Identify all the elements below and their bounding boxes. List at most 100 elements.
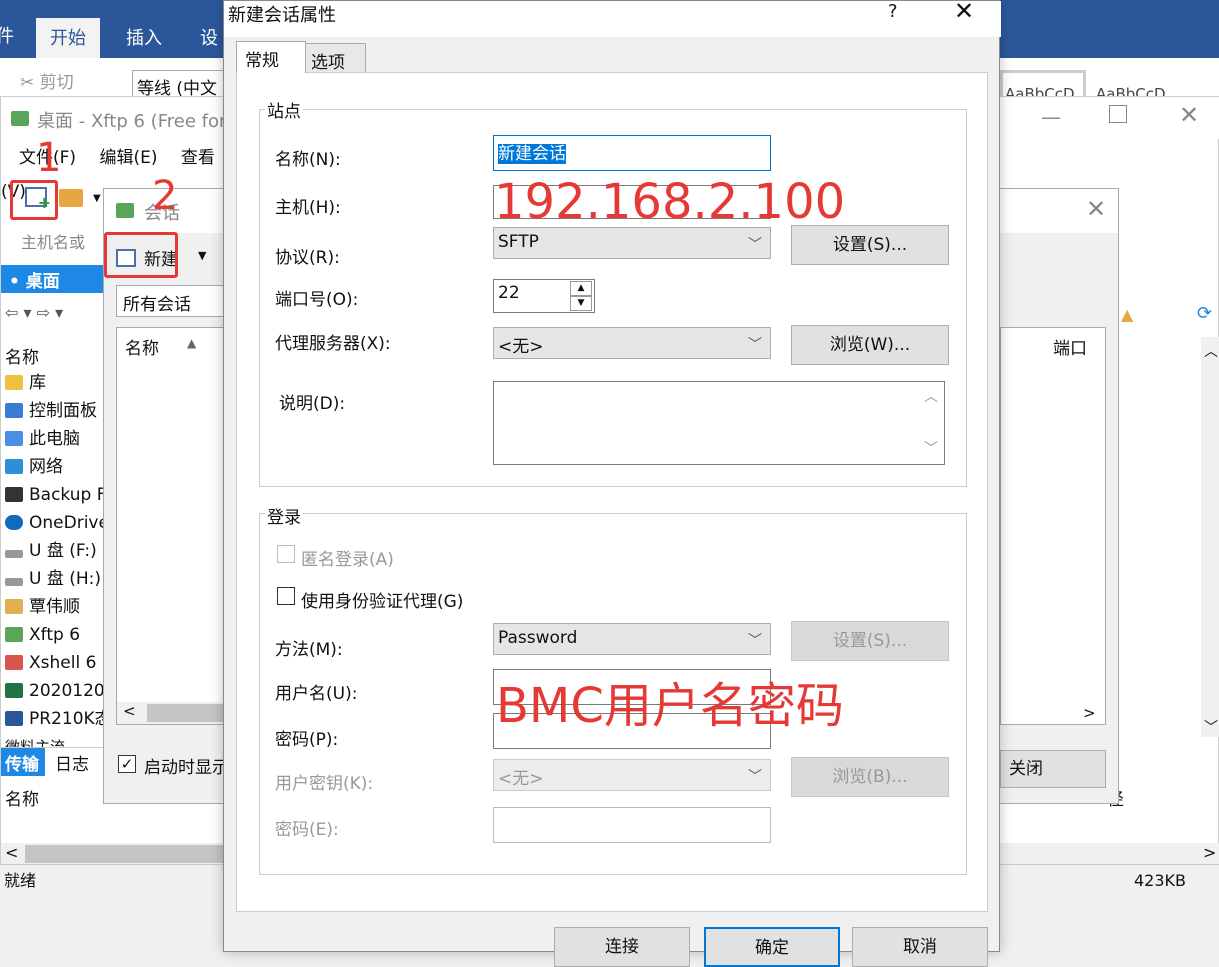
cloud-icon (5, 515, 23, 530)
host-input[interactable]: 主机名或 (1, 225, 106, 255)
chevron-down-icon[interactable]: ▼ (198, 249, 206, 262)
auth-agent-checkbox[interactable] (277, 587, 295, 605)
refresh-icon[interactable]: ⟳ (1197, 303, 1212, 324)
bottom-column-name[interactable]: 名称 (5, 785, 39, 810)
cancel-button[interactable]: 取消 (852, 927, 988, 967)
word-tab-insert[interactable]: 插入 (112, 18, 176, 58)
userkey-value: <无> (498, 769, 544, 789)
status-size: 423KB (1134, 871, 1187, 890)
userkey-label: 用户密钥(K): (275, 774, 374, 794)
name-input[interactable]: 新建会话 (493, 135, 771, 171)
xftp-logo-icon (11, 111, 29, 126)
list-item[interactable]: Xftp 6 (1, 621, 106, 649)
scroll-right-icon[interactable]: > (1203, 843, 1216, 862)
port-input[interactable]: 22 ▲ ▼ (493, 279, 595, 313)
list-item[interactable]: Backup F (1, 481, 106, 509)
port-down-icon[interactable]: ▼ (570, 296, 592, 311)
password-label: 密码(P): (275, 730, 339, 750)
proxy-browse-button[interactable]: 浏览(W)... (791, 325, 949, 365)
passphrase-input[interactable] (493, 807, 771, 843)
name-label: 名称(N): (275, 150, 341, 170)
bottom-tabs: 传输 日志 (1, 747, 106, 776)
sort-up-icon: ▲ (187, 336, 197, 350)
chevron-down-icon: ﹀ (748, 633, 762, 649)
word-tab-home[interactable]: 开始 (36, 18, 100, 58)
protocol-select[interactable]: SFTP ﹀ (493, 227, 771, 259)
scroll-down-icon[interactable]: ﹀ (924, 438, 938, 458)
proxy-label: 代理服务器(X): (275, 334, 391, 354)
userkey-select[interactable]: <无> ﹀ (493, 759, 771, 791)
control-panel-icon (5, 403, 23, 418)
word-cut[interactable]: ✂ 剪切 (20, 68, 74, 93)
list-item[interactable]: 控制面板 (1, 397, 106, 425)
method-select[interactable]: Password ﹀ (493, 623, 771, 655)
tab-log[interactable]: 日志 (55, 750, 89, 775)
session-column-port[interactable]: 端口 (1053, 334, 1087, 359)
session-close-button[interactable]: 关闭 (1000, 750, 1106, 788)
chevron-down-icon: ﹀ (748, 337, 762, 353)
scroll-left-icon[interactable]: < (5, 843, 18, 862)
proxy-select[interactable]: <无> ﹀ (493, 327, 771, 359)
help-icon[interactable]: ? (888, 1, 898, 22)
nav-arrows[interactable]: ⇦ ▾ ⇨ ▾ (1, 299, 106, 329)
login-group-label: 登录 (265, 503, 303, 528)
scroll-thumb[interactable] (25, 845, 225, 863)
list-item[interactable]: 微料主流 (1, 733, 106, 747)
dialog-close-icon[interactable]: ✕ (954, 0, 974, 25)
session-hscroll[interactable]: < (117, 702, 223, 724)
open-folder-icon[interactable] (59, 189, 83, 207)
anonymous-checkbox[interactable] (277, 545, 295, 563)
left-column-name[interactable]: 名称 (5, 343, 39, 368)
scroll-up-icon[interactable]: ︿ (924, 386, 938, 406)
description-textarea[interactable]: ︿ ﹀ (493, 381, 945, 465)
word-tab-partial[interactable]: 件 (0, 22, 14, 48)
session-list-right: 端口 > (1000, 327, 1106, 725)
tab-desktop-label: 桌面 (25, 272, 60, 292)
list-item[interactable]: U 盘 (H:) (1, 565, 106, 593)
scissors-icon: ✂ (20, 73, 35, 93)
tab-transfer[interactable]: 传输 (1, 748, 45, 776)
list-item[interactable]: 库 (1, 369, 106, 397)
menu-edit[interactable]: 编辑(E) (99, 148, 157, 168)
list-item[interactable]: PR210K态 (1, 705, 106, 733)
tab-options[interactable]: 选项 (302, 43, 366, 73)
protocol-settings-button[interactable]: 设置(S)... (791, 225, 949, 265)
xftp-title: 桌面 - Xftp 6 (Free for (37, 111, 227, 132)
scroll-down-icon[interactable]: ﹀ (1204, 717, 1218, 737)
list-item[interactable]: 此电脑 (1, 425, 106, 453)
session-close-icon[interactable]: ✕ (1086, 195, 1106, 223)
userkey-browse-button[interactable]: 浏览(B)... (791, 757, 949, 797)
back-icon[interactable]: ⇦ ▾ ⇨ ▾ (5, 303, 63, 322)
ok-button[interactable]: 确定 (704, 927, 840, 967)
list-item[interactable]: OneDrive (1, 509, 106, 537)
drive-icon (5, 487, 23, 502)
list-item[interactable]: 网络 (1, 453, 106, 481)
method-settings-button[interactable]: 设置(S)... (791, 621, 949, 661)
vertical-scrollbar[interactable]: ︿ ﹀ (1201, 337, 1219, 737)
minimize-icon[interactable]: — (1041, 105, 1061, 129)
auth-agent-label: 使用身份验证代理(G) (301, 592, 464, 612)
tab-desktop[interactable]: • 桌面 (1, 265, 106, 293)
session-column-name[interactable]: 名称 (125, 334, 159, 359)
maximize-icon[interactable] (1109, 105, 1127, 123)
method-label: 方法(M): (275, 640, 343, 660)
tab-general[interactable]: 常规 (236, 41, 306, 73)
home-icon[interactable]: ▲ (1121, 305, 1133, 324)
list-item[interactable]: 覃伟顺 (1, 593, 106, 621)
session-folder-select[interactable]: 所有会话 (116, 285, 224, 317)
username-label: 用户名(U): (275, 684, 358, 704)
connect-button[interactable]: 连接 (554, 927, 690, 967)
list-item[interactable]: U 盘 (F:) (1, 537, 106, 565)
list-item[interactable]: Xshell 6 (1, 649, 106, 677)
scroll-up-icon[interactable]: ︿ (1204, 341, 1218, 361)
show-on-start-checkbox[interactable]: ✓ (118, 755, 136, 773)
host-label: 主机(H): (275, 198, 341, 218)
close-icon[interactable]: ✕ (1179, 101, 1199, 129)
port-up-icon[interactable]: ▲ (570, 281, 592, 296)
method-value: Password (498, 628, 578, 648)
excel-icon (5, 683, 23, 698)
annotation-host-value: 192.168.2.100 (494, 174, 846, 230)
list-item[interactable]: 2020120 (1, 677, 106, 705)
scroll-right-icon[interactable]: > (1083, 704, 1096, 722)
chevron-down-icon[interactable]: ▼ (93, 193, 101, 204)
